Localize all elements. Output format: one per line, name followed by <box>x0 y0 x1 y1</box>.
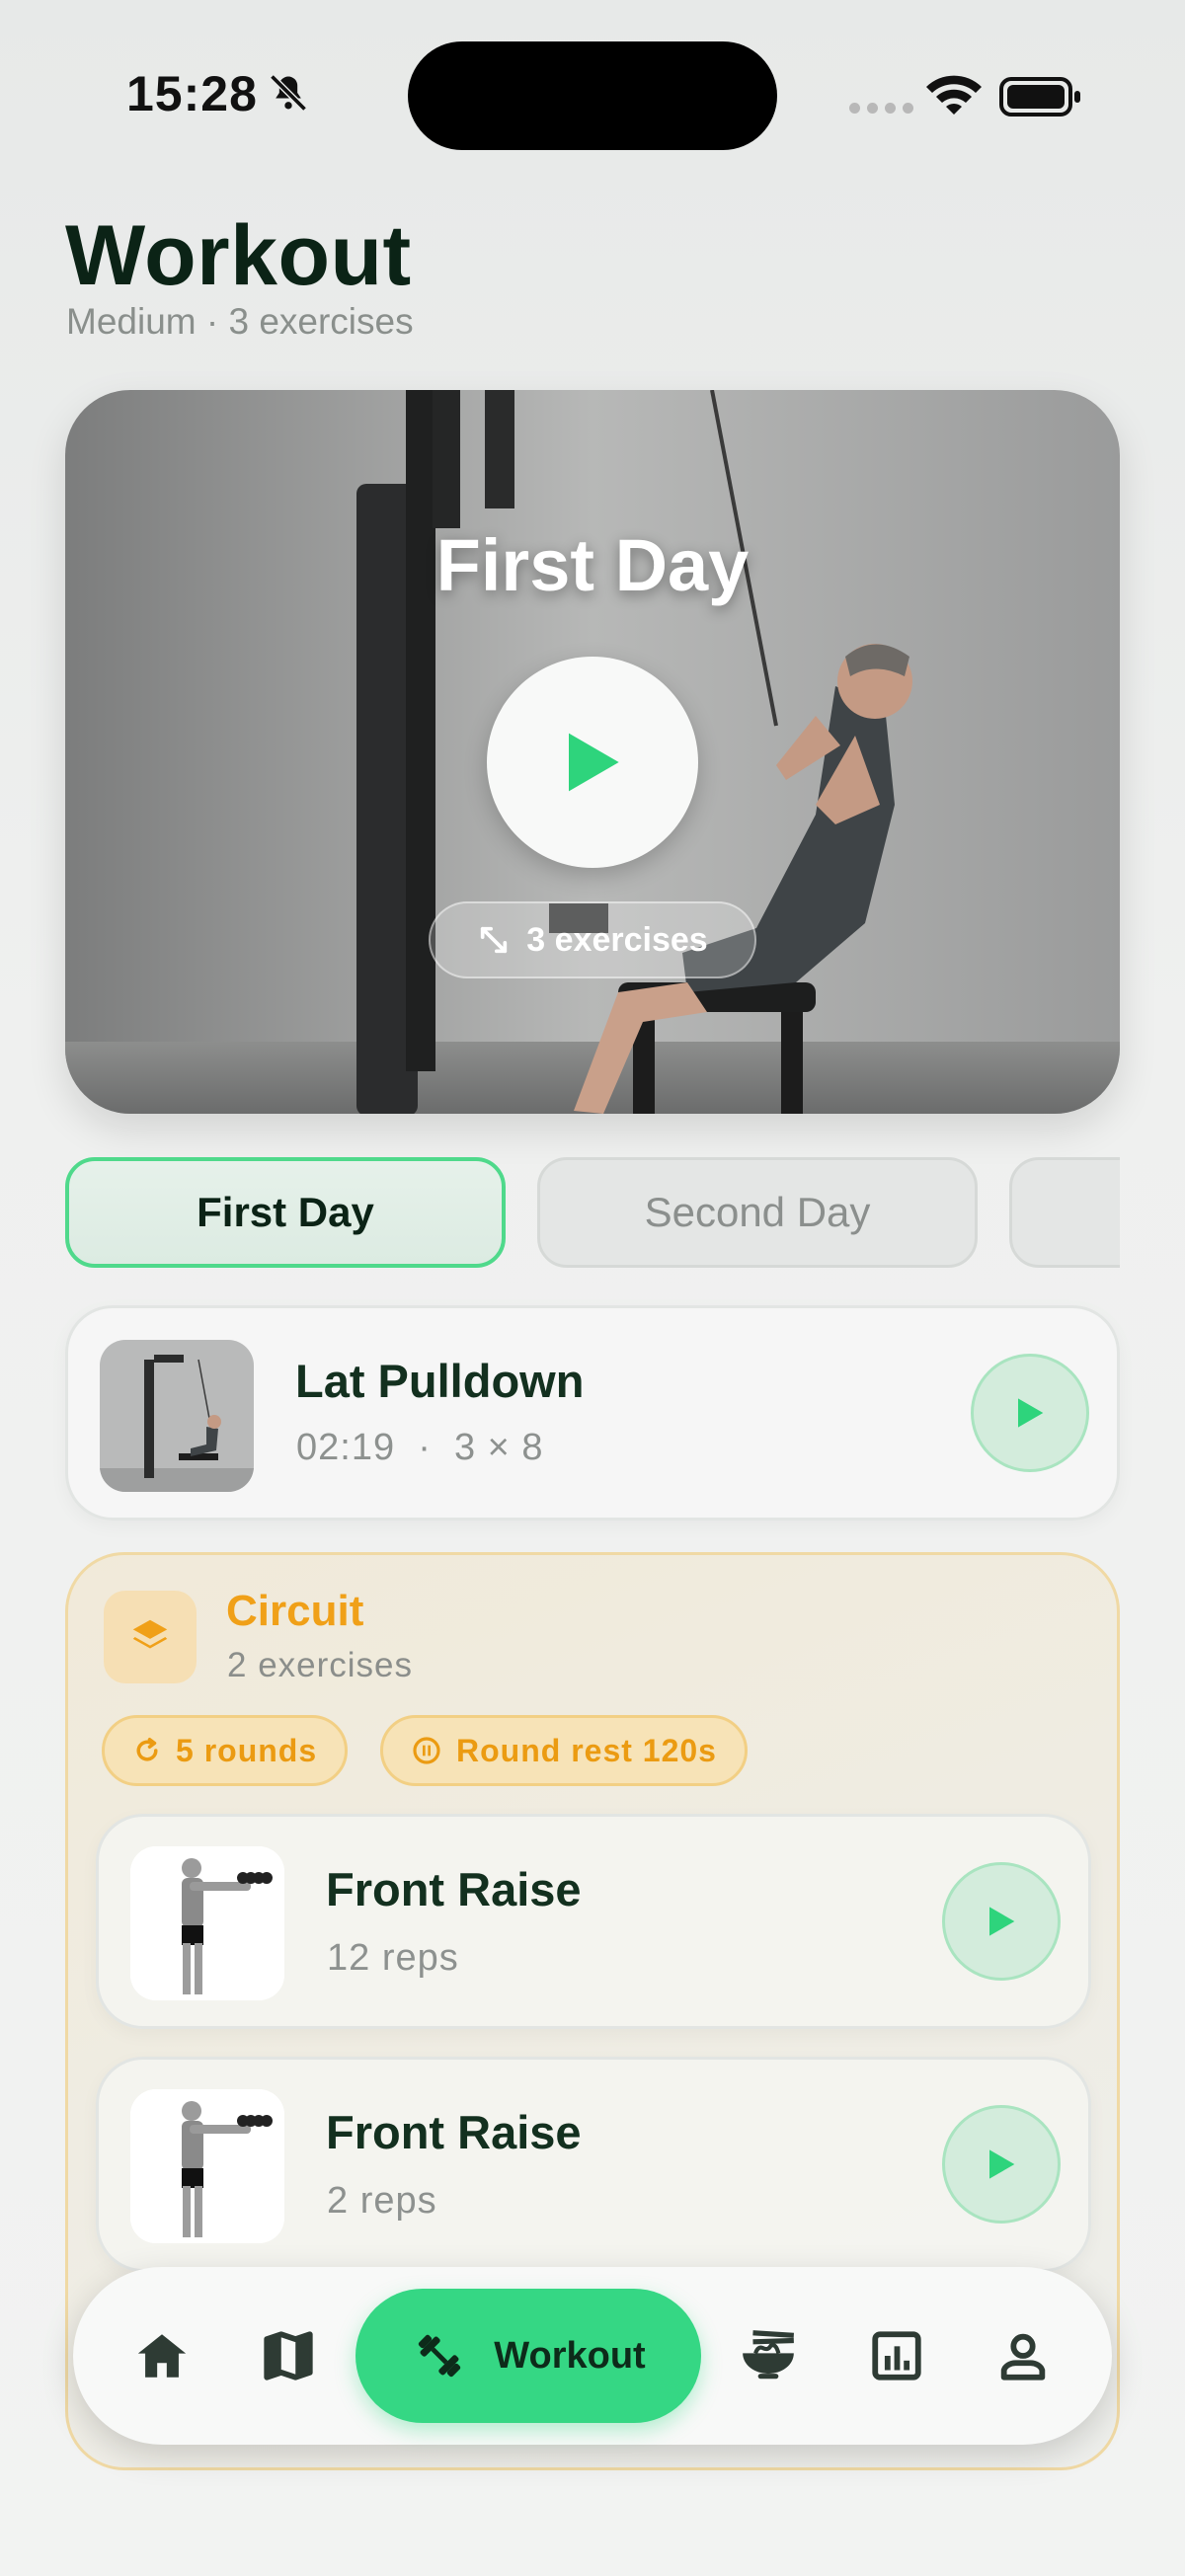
nav-nutrition[interactable] <box>729 2316 808 2395</box>
play-icon <box>989 1907 1015 1936</box>
nav-map[interactable] <box>249 2316 328 2395</box>
workout-hero-card[interactable]: First Day 3 exercises <box>65 390 1120 1114</box>
circuit-exercise-card[interactable]: Front Raise 2 reps <box>96 2057 1091 2272</box>
noodle-bowl-icon <box>743 2330 794 2380</box>
rounds-label: 5 rounds <box>176 1732 318 1768</box>
layers-icon <box>104 1591 197 1683</box>
play-icon <box>569 733 619 792</box>
start-workout-button[interactable] <box>487 657 698 868</box>
exercise-meta: 12 reps <box>327 1937 459 1979</box>
page-subtitle: Medium · 3 exercises <box>66 301 414 342</box>
dynamic-island <box>408 41 777 150</box>
play-exercise-button[interactable] <box>971 1354 1089 1472</box>
tab-first-day[interactable]: First Day <box>65 1157 506 1268</box>
hero-title: First Day <box>435 524 750 606</box>
nav-home[interactable] <box>122 2316 201 2395</box>
nav-stats[interactable] <box>857 2316 936 2395</box>
exercise-thumbnail <box>100 1340 254 1492</box>
exercises-count-pill[interactable]: 3 exercises <box>429 901 756 978</box>
tab-third-day[interactable] <box>1009 1157 1120 1268</box>
map-icon <box>264 2331 313 2381</box>
play-icon <box>989 2149 1015 2179</box>
exercise-name: Lat Pulldown <box>295 1355 585 1407</box>
play-exercise-button[interactable] <box>942 1862 1061 1981</box>
exercise-thumbnail <box>130 1846 284 2000</box>
round-rest-chip: Round rest 120s <box>380 1715 748 1786</box>
battery-icon <box>999 77 1080 117</box>
tab-second-day[interactable]: Second Day <box>537 1157 978 1268</box>
page-title: Workout <box>65 208 412 303</box>
play-exercise-button[interactable] <box>942 2105 1061 2224</box>
circuit-subtitle: 2 exercises <box>227 1646 414 1684</box>
nav-profile[interactable] <box>984 2316 1063 2395</box>
circuit-title: Circuit <box>226 1587 364 1635</box>
circuit-exercise-card[interactable]: Front Raise 12 reps <box>96 1814 1091 2029</box>
exercise-meta: 02:19 · 3 × 8 <box>296 1427 544 1468</box>
nav-workout[interactable]: Workout <box>356 2289 701 2423</box>
exercise-meta: 2 reps <box>327 2180 437 2222</box>
exercise-thumbnail <box>130 2089 284 2243</box>
signal-dots <box>849 103 913 114</box>
round-rest-label: Round rest 120s <box>456 1732 717 1768</box>
repeat-icon <box>136 1738 158 1761</box>
bottom-nav: Workout <box>73 2267 1112 2445</box>
home-icon <box>137 2334 187 2378</box>
exercise-card-lat-pulldown[interactable]: Lat Pulldown 02:19 · 3 × 8 <box>65 1305 1120 1521</box>
status-bar: 15:28 <box>0 0 1185 197</box>
pause-circle-icon <box>413 1737 440 1764</box>
bar-chart-icon <box>872 2331 921 2381</box>
exercise-name: Front Raise <box>326 1863 582 1915</box>
wifi-icon <box>926 75 982 115</box>
rounds-chip: 5 rounds <box>102 1715 349 1786</box>
dumbbell-icon <box>419 2334 461 2378</box>
day-tabs: First Day Second Day <box>65 1157 1120 1268</box>
nav-workout-label: Workout <box>494 2334 646 2377</box>
profile-icon <box>1000 2333 1046 2381</box>
play-icon <box>1018 1398 1044 1428</box>
clock: 15:28 <box>126 66 258 121</box>
exercises-count-label: 3 exercises <box>526 920 708 959</box>
expand-icon <box>481 926 508 954</box>
bell-muted-icon <box>270 74 307 112</box>
exercise-name: Front Raise <box>326 2106 582 2158</box>
